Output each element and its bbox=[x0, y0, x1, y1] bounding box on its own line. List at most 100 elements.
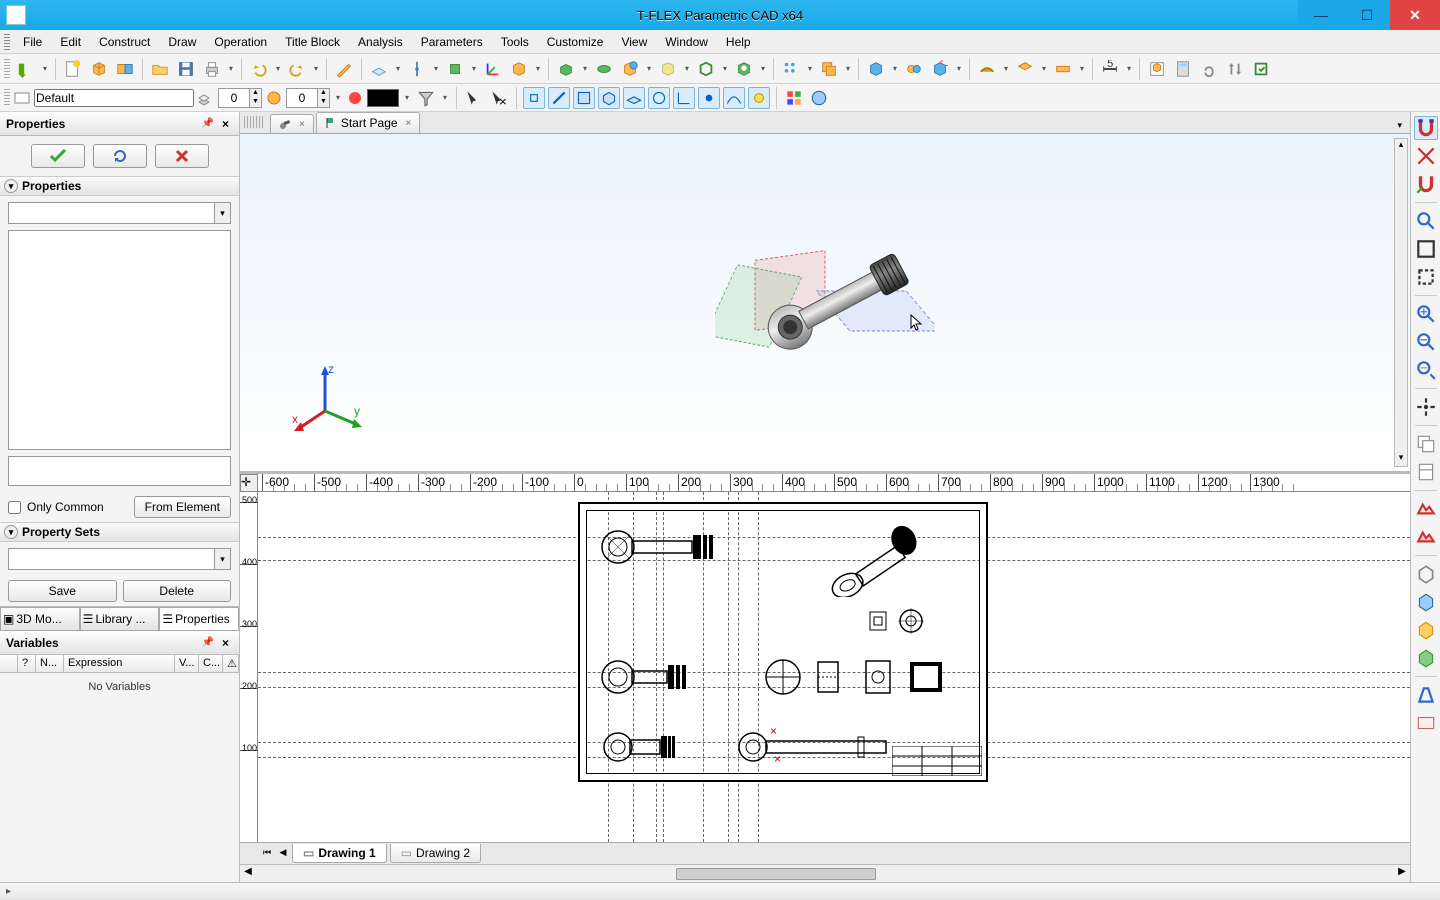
drawing-view-side2[interactable] bbox=[816, 660, 840, 694]
layer-name-input[interactable] bbox=[34, 89, 194, 107]
spin-down-icon[interactable]: ▼ bbox=[249, 98, 261, 107]
apply-button[interactable] bbox=[31, 144, 85, 168]
close-panel-icon[interactable]: × bbox=[218, 117, 233, 131]
perspective-icon[interactable] bbox=[1414, 683, 1438, 707]
blend-icon[interactable] bbox=[656, 57, 680, 81]
dropdown-icon[interactable]: ▾ bbox=[843, 64, 853, 73]
close-tab-icon[interactable]: × bbox=[406, 118, 412, 129]
properties-list[interactable] bbox=[8, 230, 231, 450]
drawing-view-side4[interactable] bbox=[908, 660, 944, 694]
close-button[interactable]: ✕ bbox=[1390, 0, 1440, 30]
boolean-icon[interactable] bbox=[618, 57, 642, 81]
dropdown-icon[interactable]: ▾ bbox=[440, 93, 450, 102]
delete-button[interactable]: Delete bbox=[123, 580, 232, 602]
dropdown-icon[interactable]: ▾ bbox=[758, 64, 768, 73]
auto-param-icon[interactable] bbox=[14, 57, 38, 81]
page-tab-drawing1[interactable]: ▭Drawing 1 bbox=[292, 844, 387, 863]
priority-spinner[interactable]: ▲▼ bbox=[286, 88, 330, 108]
scroll-up-icon[interactable]: ▴ bbox=[1395, 139, 1407, 153]
menu-window[interactable]: Window bbox=[656, 32, 717, 52]
axis-icon[interactable] bbox=[405, 57, 429, 81]
dropdown-icon[interactable]: ▾ bbox=[1077, 64, 1087, 73]
print-icon[interactable] bbox=[200, 57, 224, 81]
drawing-view-side3[interactable] bbox=[858, 657, 898, 697]
from-element-button[interactable]: From Element bbox=[134, 496, 231, 518]
new-assembly-icon[interactable] bbox=[113, 57, 137, 81]
array-icon[interactable] bbox=[779, 57, 803, 81]
attach-icon[interactable] bbox=[1197, 57, 1221, 81]
select-filter-icon[interactable] bbox=[463, 87, 485, 109]
cancel-button[interactable] bbox=[155, 144, 209, 168]
menu-edit[interactable]: Edit bbox=[51, 32, 90, 52]
close-tab-icon[interactable]: × bbox=[299, 119, 305, 130]
regen-icon[interactable] bbox=[1249, 57, 1273, 81]
snap-body-icon[interactable] bbox=[598, 87, 620, 109]
tab-properties[interactable]: ☰Properties bbox=[159, 607, 239, 631]
extrude-icon[interactable] bbox=[554, 57, 578, 81]
toolbar2-grip[interactable] bbox=[4, 89, 10, 107]
pan-icon[interactable] bbox=[1414, 395, 1438, 419]
menu-parameters[interactable]: Parameters bbox=[412, 32, 492, 52]
section-icon[interactable] bbox=[1414, 711, 1438, 735]
new-doc-icon[interactable] bbox=[61, 57, 85, 81]
3d-vscrollbar[interactable]: ▴ ▾ bbox=[1394, 138, 1408, 467]
3d-view[interactable]: ▴ ▾ z x y bbox=[240, 134, 1410, 474]
tool-palette-icon[interactable] bbox=[783, 87, 805, 109]
spin-up-icon[interactable]: ▲ bbox=[317, 89, 329, 98]
dropdown-icon[interactable]: ▾ bbox=[1124, 64, 1134, 73]
status-arrow-icon[interactable]: ▸ bbox=[6, 886, 11, 897]
dropdown-icon[interactable]: ▾ bbox=[431, 64, 441, 73]
menu-help[interactable]: Help bbox=[717, 32, 760, 52]
zoom-prev-icon[interactable] bbox=[1414, 358, 1438, 382]
dropdown-icon[interactable]: ▾ bbox=[226, 64, 236, 73]
zoom-extents-icon[interactable] bbox=[1414, 265, 1438, 289]
dropdown-icon[interactable]: ▾ bbox=[682, 64, 692, 73]
snap-face-icon[interactable] bbox=[573, 87, 595, 109]
menu-analysis[interactable]: Analysis bbox=[349, 32, 412, 52]
drawing-canvas[interactable]: × × bbox=[258, 492, 1410, 842]
redraw-red-icon[interactable] bbox=[1414, 497, 1438, 521]
zoom-out-icon[interactable] bbox=[1414, 330, 1438, 354]
var-col-name[interactable]: N... bbox=[36, 655, 64, 672]
projection-icon[interactable] bbox=[1145, 57, 1169, 81]
vertical-ruler[interactable]: 500400300200100 bbox=[240, 492, 258, 842]
var-col-comment[interactable]: C... bbox=[199, 655, 223, 672]
page-tab-drawing2[interactable]: ▭Drawing 2 bbox=[390, 844, 481, 863]
new-3d-icon[interactable] bbox=[87, 57, 111, 81]
dropdown-icon[interactable]: ▾ bbox=[311, 64, 321, 73]
collapse-icon[interactable]: ▾ bbox=[4, 525, 18, 539]
menu-construct[interactable]: Construct bbox=[90, 32, 159, 52]
lcs-icon[interactable] bbox=[481, 57, 505, 81]
minimize-button[interactable]: — bbox=[1298, 0, 1344, 30]
3d-model[interactable] bbox=[715, 206, 935, 366]
dropdown-icon[interactable]: ▾ bbox=[954, 64, 964, 73]
color-swatch[interactable] bbox=[367, 89, 399, 107]
var-col-val[interactable]: V... bbox=[175, 655, 199, 672]
pin-icon[interactable]: 📌 bbox=[198, 637, 218, 648]
page-first-icon[interactable]: ⏮ bbox=[260, 847, 274, 861]
filter-icon[interactable] bbox=[415, 87, 437, 109]
dropdown-icon[interactable]: ▾ bbox=[214, 549, 230, 569]
save-icon[interactable] bbox=[174, 57, 198, 81]
render-shade-icon[interactable] bbox=[1414, 590, 1438, 614]
redo-icon[interactable] bbox=[285, 57, 309, 81]
tabs-dropdown-icon[interactable]: ▾ bbox=[1395, 118, 1404, 133]
undo-icon[interactable] bbox=[247, 57, 271, 81]
dropdown-icon[interactable]: ▾ bbox=[393, 64, 403, 73]
var-col-expr[interactable]: Expression bbox=[64, 655, 175, 672]
doc-tab-startpage[interactable]: Start Page × bbox=[316, 112, 421, 133]
3d-profile-icon[interactable] bbox=[507, 57, 531, 81]
menu-file[interactable]: File bbox=[14, 32, 51, 52]
menu-operation[interactable]: Operation bbox=[205, 32, 276, 52]
measure-icon[interactable]: 5 bbox=[1098, 57, 1122, 81]
snap-wp-icon[interactable] bbox=[623, 87, 645, 109]
scroll-down-icon[interactable]: ▾ bbox=[1395, 452, 1407, 466]
level-value[interactable] bbox=[219, 89, 249, 107]
var-col-flag[interactable] bbox=[0, 655, 18, 672]
arrows-icon[interactable] bbox=[1223, 57, 1247, 81]
horizontal-ruler[interactable]: ✛ -600-500-400-300-200-10001002003004005… bbox=[240, 474, 1410, 492]
dropdown-icon[interactable]: ▾ bbox=[1001, 64, 1011, 73]
save-button[interactable]: Save bbox=[8, 580, 117, 602]
tab-library[interactable]: ☰Library ... bbox=[80, 607, 160, 631]
tool-material-icon[interactable] bbox=[808, 87, 830, 109]
